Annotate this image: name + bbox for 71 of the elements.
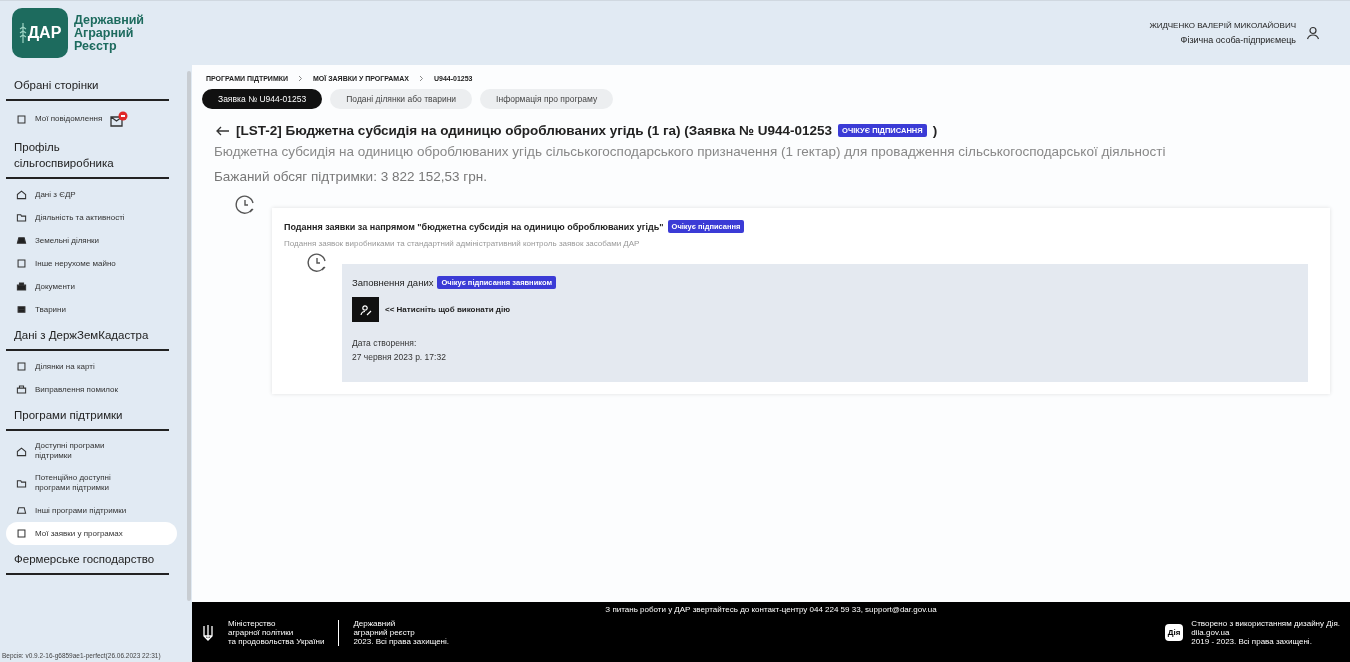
step-title: Подання заявки за напрямом "бюджетна субсидія на одиницю оброблюваних угідь" xyxy=(284,221,664,232)
step-description: Подання заявок виробниками та стандартний адміністративний контроль заявок засобами ДАР xyxy=(284,239,641,248)
logo-text: Державний xyxy=(74,13,145,27)
menu-item-icon xyxy=(16,445,27,457)
sidebar-item[interactable]: Документи xyxy=(6,275,177,298)
sidebar-item[interactable]: Дані з ЄДР xyxy=(6,183,177,206)
user-name: ЖИДЧЕНКО ВАЛЕРІЙ МИКОЛАЙОВИЧ xyxy=(1149,21,1296,30)
menu-item-icon xyxy=(16,477,27,489)
section-heading: Профіль сільгоспвиробника xyxy=(6,133,169,179)
menu-item-icon xyxy=(16,505,27,516)
sidebar-item[interactable]: Ділянки на карті xyxy=(6,355,177,378)
application-description: Бюджетна субсидія на одиницю оброблюваних угідь сільськогосподарського призначення (1 гектар) для провадження сільськогосподарської діяльності xyxy=(214,144,1167,159)
sidebar-item[interactable]: Мої заявки у програмах xyxy=(6,522,177,545)
user-icon[interactable] xyxy=(1306,26,1320,40)
sign-button[interactable] xyxy=(352,297,379,322)
menu-item-icon xyxy=(16,281,27,292)
diia-text: 2019 - 2023. Всі права захищені. xyxy=(1191,637,1313,646)
sidebar-item[interactable]: Потенційно доступні програми підтримки xyxy=(6,467,177,499)
sidebar-item[interactable]: Тварини xyxy=(6,298,177,321)
back-arrow-icon[interactable] xyxy=(216,125,230,136)
menu-item-icon xyxy=(16,113,27,125)
tab[interactable]: Інформація про програму xyxy=(480,89,614,109)
sidebar-item[interactable]: Доступні програми підтримки xyxy=(6,435,177,467)
date-label: Дата створення: xyxy=(352,338,418,348)
sidebar-item[interactable]: Виправлення помилок xyxy=(6,378,177,401)
date-value: 27 червня 2023 р. 17:32 xyxy=(352,352,447,362)
menu-item-icon xyxy=(16,528,27,539)
sidebar-item[interactable]: Мої повідомлення xyxy=(6,105,177,133)
application-title: [LST-2] Бюджетна субсидія на одиницю оброблюваних угідь (1 га) (Заявка № U944-01253 xyxy=(236,123,833,138)
menu-item-icon xyxy=(16,235,27,246)
logo-mark[interactable]: ДАР xyxy=(12,8,68,58)
sidebar-item[interactable]: Інше нерухоме майно xyxy=(6,252,177,275)
ministry-text: та продовольства України xyxy=(228,637,325,646)
registry-text: Державний xyxy=(353,619,397,628)
title-end: ) xyxy=(932,123,938,138)
menu-item-icon xyxy=(16,212,27,223)
menu-item-icon xyxy=(16,361,27,372)
action-hint: << Натисніть щоб виконати дію xyxy=(385,305,510,314)
menu-item-icon xyxy=(16,384,27,395)
substep-title: Заповнення даних xyxy=(352,277,434,288)
person-icon xyxy=(359,303,372,316)
logo-text: Реєстр xyxy=(74,39,117,53)
section-heading: Фермерське господарство xyxy=(6,545,169,575)
notification-icon[interactable] xyxy=(110,111,129,127)
menu-item-icon xyxy=(16,189,27,200)
chevron-icon xyxy=(418,75,424,82)
menu-item-icon xyxy=(16,258,27,269)
ministry-text: Міністерство xyxy=(228,619,277,628)
support-amount: Бажаний обсяг підтримки: 3 822 152,53 грн. xyxy=(214,169,488,184)
user-role: Фізична особа-підприємець xyxy=(1180,35,1296,45)
trident-icon xyxy=(202,623,214,642)
sidebar-item[interactable]: Земельні ділянки xyxy=(6,229,177,252)
registry-text: 2023. Всі права захищені. xyxy=(353,637,449,646)
diia-text: Створено з використанням дизайну Дія. xyxy=(1191,619,1340,628)
section-heading: Програми підтримки xyxy=(6,401,169,431)
diia-logo[interactable]: Дія xyxy=(1164,624,1184,641)
section-heading: Дані з ДержЗемКадастра xyxy=(6,321,169,351)
registry-text: аграрний реєстр xyxy=(353,628,416,637)
contact-text: З питань роботи у ДАР звертайтесь до контакт-центру 044 224 59 33, support@dar.gov.ua xyxy=(604,605,938,614)
diia-text: diia.gov.ua xyxy=(1191,628,1231,637)
menu-item-icon xyxy=(16,304,27,315)
tab[interactable]: Заявка № U944-01253 xyxy=(202,89,323,109)
clock-icon xyxy=(234,194,256,216)
section-heading: Обрані сторінки xyxy=(6,71,169,101)
chevron-icon xyxy=(298,75,303,82)
clock-icon xyxy=(306,252,328,274)
logo-text: Аграрний xyxy=(74,26,134,40)
sidebar-item[interactable]: Інші програми підтримки xyxy=(6,499,177,522)
sidebar-item[interactable]: Діяльність та активності xyxy=(6,206,177,229)
ministry-text: аграрної політики xyxy=(228,628,295,637)
tab[interactable]: Подані ділянки або тварини xyxy=(330,89,473,109)
